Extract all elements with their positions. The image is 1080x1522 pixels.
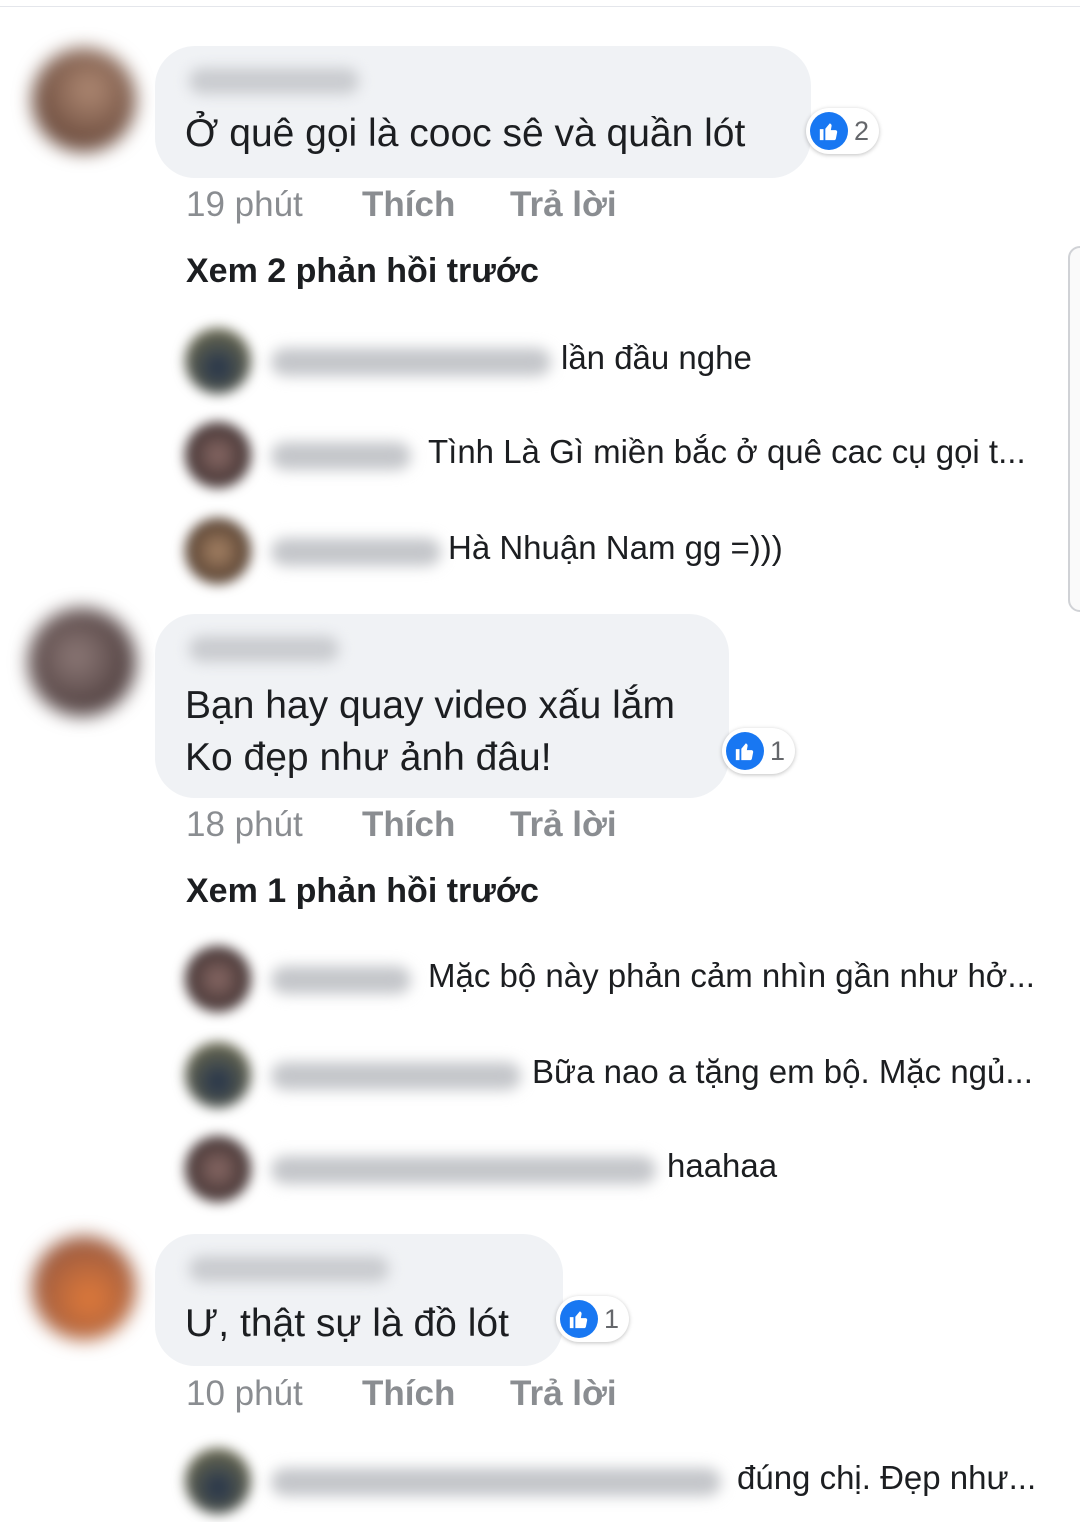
comment-time: 10 phút bbox=[186, 1374, 303, 1413]
comment-time: 18 phút bbox=[186, 805, 303, 844]
reaction-count[interactable]: 2 bbox=[806, 108, 880, 154]
comment-text: Ở quê gọi là cooc sê và quần lót bbox=[185, 112, 746, 155]
thumbs-up-icon bbox=[560, 1300, 598, 1338]
comment-text: Bạn hay quay video xấu lắm Ko đẹp như ản… bbox=[185, 684, 675, 779]
reply-item[interactable]: đúng chị. Đẹp như... bbox=[185, 1448, 1065, 1518]
divider bbox=[0, 6, 1080, 7]
thumbs-up-icon bbox=[726, 732, 764, 770]
avatar[interactable] bbox=[185, 518, 251, 584]
replier-name[interactable] bbox=[271, 1156, 656, 1184]
commenter-name[interactable] bbox=[189, 68, 359, 94]
replier-name[interactable] bbox=[271, 1468, 721, 1496]
reply-text: đúng chị. Đẹp như... bbox=[737, 1459, 1037, 1496]
comment-bubble[interactable]: Ư, thật sự là đồ lót bbox=[155, 1234, 563, 1366]
reply-text: Tình Là Gì miền bắc ở quê cac cụ gọi t..… bbox=[428, 433, 1026, 470]
reply-text: haahaa bbox=[667, 1147, 778, 1184]
reply-item[interactable]: Bữa nao a tặng em bộ. Mặc ngủ... bbox=[185, 1042, 1065, 1112]
like-action[interactable]: Thích bbox=[362, 805, 510, 845]
replier-name[interactable] bbox=[271, 538, 441, 566]
like-count: 2 bbox=[854, 115, 870, 146]
avatar[interactable] bbox=[185, 1448, 251, 1514]
comment-meta: 10 phút Thích Trả lời bbox=[186, 1374, 617, 1414]
avatar[interactable] bbox=[32, 48, 136, 152]
reaction-count[interactable]: 1 bbox=[556, 1296, 630, 1342]
replier-name[interactable] bbox=[271, 348, 551, 376]
view-previous-replies[interactable]: Xem 2 phản hồi trước bbox=[186, 252, 539, 291]
comment-meta: 18 phút Thích Trả lời bbox=[186, 805, 617, 845]
comment-bubble[interactable]: Ở quê gọi là cooc sê và quần lót bbox=[155, 46, 811, 178]
commenter-name[interactable] bbox=[189, 1256, 389, 1282]
reply-text: Mặc bộ này phản cảm nhìn gần như hở... bbox=[428, 957, 1035, 994]
replier-name[interactable] bbox=[271, 966, 411, 994]
reply-item[interactable]: Mặc bộ này phản cảm nhìn gần như hở... bbox=[185, 946, 1065, 1016]
scrollbar-handle[interactable] bbox=[1068, 246, 1080, 612]
view-previous-replies[interactable]: Xem 1 phản hồi trước bbox=[186, 872, 539, 911]
avatar[interactable] bbox=[185, 1136, 251, 1202]
avatar[interactable] bbox=[185, 946, 251, 1012]
avatar[interactable] bbox=[185, 422, 251, 488]
like-count: 1 bbox=[770, 735, 786, 766]
reply-action[interactable]: Trả lời bbox=[510, 805, 617, 845]
comment-bubble[interactable]: Bạn hay quay video xấu lắm Ko đẹp như ản… bbox=[155, 614, 729, 798]
reply-item[interactable]: haahaa bbox=[185, 1136, 1065, 1206]
thumbs-up-icon bbox=[810, 112, 848, 150]
avatar[interactable] bbox=[185, 1042, 251, 1108]
comment-time: 19 phút bbox=[186, 185, 303, 224]
reaction-count[interactable]: 1 bbox=[722, 728, 796, 774]
reply-action[interactable]: Trả lời bbox=[510, 185, 617, 225]
reply-text: Hà Nhuận Nam gg =))) bbox=[448, 529, 783, 566]
reply-text: lần đầu nghe bbox=[561, 339, 752, 376]
avatar[interactable] bbox=[32, 1236, 136, 1340]
reply-item[interactable]: Tình Là Gì miền bắc ở quê cac cụ gọi t..… bbox=[185, 422, 1065, 492]
reply-item[interactable]: Hà Nhuận Nam gg =))) bbox=[185, 518, 1065, 588]
reply-action[interactable]: Trả lời bbox=[510, 1374, 617, 1414]
replier-name[interactable] bbox=[271, 442, 411, 470]
avatar[interactable] bbox=[28, 608, 136, 716]
like-count: 1 bbox=[604, 1303, 620, 1334]
reply-item[interactable]: lần đầu nghe bbox=[185, 328, 1065, 398]
avatar[interactable] bbox=[185, 328, 251, 394]
comment-meta: 19 phút Thích Trả lời bbox=[186, 185, 617, 225]
like-action[interactable]: Thích bbox=[362, 185, 510, 225]
replier-name[interactable] bbox=[271, 1062, 521, 1090]
comment-text: Ư, thật sự là đồ lót bbox=[185, 1302, 509, 1345]
commenter-name[interactable] bbox=[189, 636, 339, 662]
reply-text: Bữa nao a tặng em bộ. Mặc ngủ... bbox=[532, 1053, 1033, 1090]
like-action[interactable]: Thích bbox=[362, 1374, 510, 1414]
